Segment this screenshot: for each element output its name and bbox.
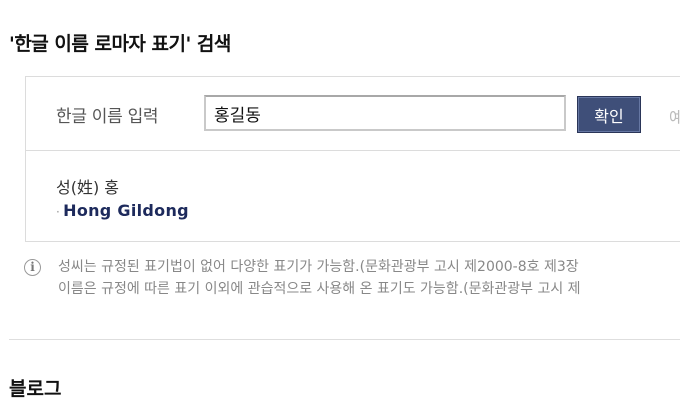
confirm-button[interactable]: 확인 bbox=[577, 96, 641, 133]
blog-section-heading: 블로그 bbox=[9, 378, 62, 400]
section-divider bbox=[9, 339, 680, 340]
info-text: 성씨는 규정된 표기법이 없어 다양한 표기가 가능함.(문화관광부 고시 제2… bbox=[58, 256, 581, 300]
name-input-label: 한글 이름 입력 bbox=[56, 107, 159, 127]
info-icon: i bbox=[24, 259, 41, 276]
romanization-panel: 한글 이름 입력 확인 예 성(姓) 홍 ·Hong Gildong bbox=[25, 76, 680, 242]
romanized-result: · Hong Gildong bbox=[56, 201, 189, 220]
bullet-icon: · bbox=[56, 205, 61, 219]
name-input[interactable] bbox=[204, 95, 566, 131]
romanized-name: Hong Gildong bbox=[63, 201, 189, 220]
input-row: 한글 이름 입력 확인 예 bbox=[26, 77, 680, 151]
result-area: 성(姓) 홍 · Hong Gildong bbox=[56, 174, 189, 220]
page-title: '한글 이름 로마자 표기' 검색 bbox=[9, 33, 231, 55]
info-line-1: 성씨는 규정된 표기법이 없어 다양한 표기가 가능함.(문화관광부 고시 제2… bbox=[58, 259, 579, 275]
truncated-text: 예 bbox=[669, 108, 680, 127]
surname-result: 성(姓) 홍 bbox=[56, 178, 120, 197]
info-line-2: 이름은 규정에 따른 표기 이외에 관습적으로 사용해 온 표기도 가능함.(문… bbox=[58, 281, 581, 297]
